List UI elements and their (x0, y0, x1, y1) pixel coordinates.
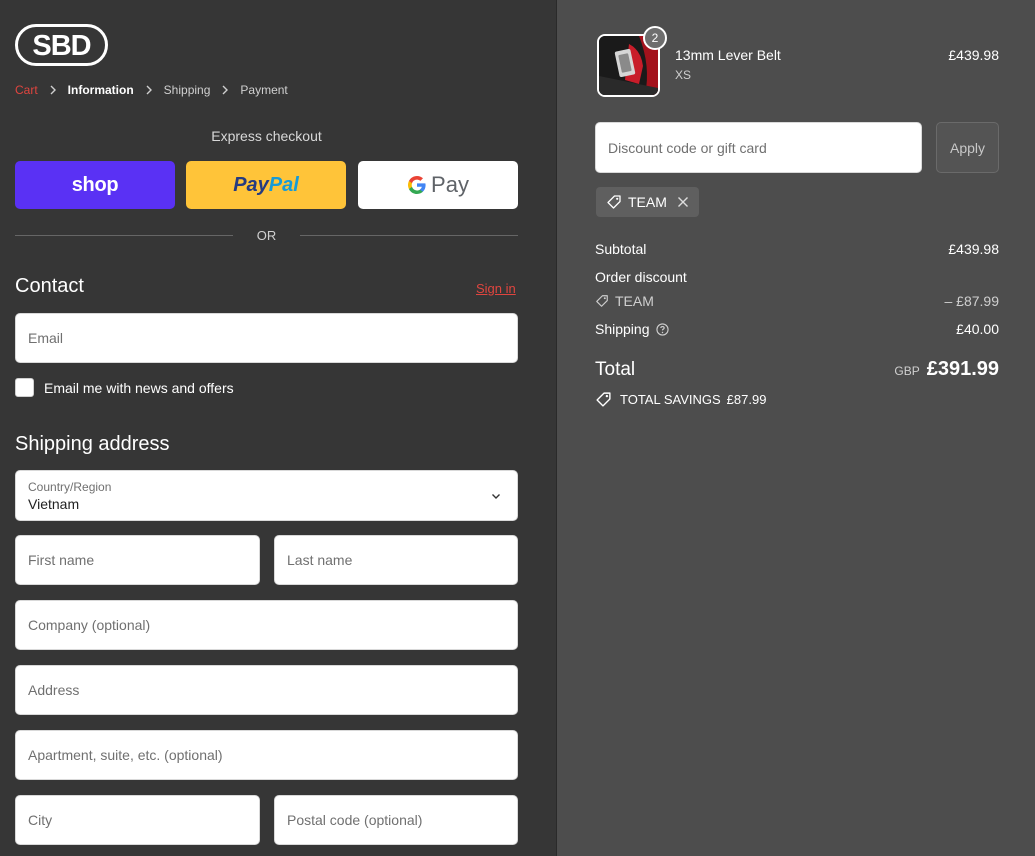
discount-code-field[interactable] (595, 122, 922, 173)
product-price: £439.98 (948, 47, 999, 63)
paypal-label: PayPal (233, 174, 299, 197)
applied-discount-chip: TEAM (596, 187, 699, 217)
paypal-button[interactable]: PayPal (186, 161, 346, 209)
discount-value: – £87.99 (944, 293, 1000, 309)
product-variant: XS (675, 68, 692, 82)
newsletter-checkbox-row[interactable]: Email me with news and offers (15, 378, 234, 397)
total-row: Total GBP £391.99 (595, 358, 999, 381)
sbd-logo[interactable]: SBD (15, 24, 108, 66)
subtotal-row: Subtotal £439.98 (595, 241, 999, 257)
city-field[interactable] (15, 795, 260, 845)
first-name-input[interactable] (16, 536, 259, 584)
chevron-right-icon (50, 85, 56, 95)
company-field[interactable] (15, 600, 518, 650)
breadcrumb-information: Information (67, 83, 134, 97)
applied-discount-code: TEAM (628, 194, 667, 210)
gpay-text: Pay (431, 172, 469, 197)
total-savings-value: £87.99 (726, 392, 767, 407)
chevron-right-icon (222, 85, 229, 95)
tag-icon (596, 392, 611, 407)
apartment-input[interactable] (16, 731, 517, 779)
breadcrumb-shipping: Shipping (163, 83, 211, 97)
newsletter-checkbox[interactable] (15, 378, 34, 397)
subtotal-label: Subtotal (595, 241, 647, 257)
total-amount-wrap: GBP £391.99 (894, 358, 999, 381)
total-savings-row: TOTAL SAVINGS £87.99 (595, 391, 766, 408)
discount-code-text: TEAM (615, 293, 654, 309)
breadcrumb-cart[interactable]: Cart (15, 83, 38, 97)
shop-pay-label: shop (71, 173, 119, 196)
google-pay-label: Pay (407, 172, 469, 198)
contact-title: Contact (15, 275, 84, 297)
shipping-value: £40.00 (956, 321, 999, 337)
breadcrumb-payment: Payment (240, 83, 288, 97)
help-circle-icon[interactable] (655, 322, 669, 336)
country-value: Vietnam (28, 496, 80, 512)
email-field[interactable] (15, 313, 518, 363)
discount-code-input[interactable] (596, 123, 921, 172)
shipping-label-wrap: Shipping (595, 321, 669, 337)
order-discount-row: Order discount (595, 269, 999, 285)
quantity-badge: 2 (643, 26, 667, 50)
or-separator: OR (15, 228, 518, 243)
shipping-address-title: Shipping address (15, 433, 170, 455)
or-text: OR (256, 228, 277, 243)
order-discount-label: Order discount (595, 269, 687, 285)
tag-icon (596, 295, 608, 307)
discount-code-label: TEAM (595, 293, 654, 309)
tag-icon (607, 195, 621, 209)
express-checkout-title: Express checkout (211, 128, 322, 144)
newsletter-label: Email me with news and offers (44, 379, 234, 396)
paypal-label-pal: Pal (268, 173, 299, 196)
remove-discount-icon[interactable] (677, 196, 689, 208)
logo-text: SBD (32, 30, 90, 62)
currency-code: GBP (894, 364, 920, 378)
apply-discount-button[interactable]: Apply (936, 122, 999, 173)
product-name: 13mm Lever Belt (675, 47, 781, 63)
email-input[interactable] (16, 314, 517, 362)
total-savings-label: TOTAL SAVINGS (620, 392, 721, 407)
google-pay-button[interactable]: Pay (358, 161, 518, 209)
address-input[interactable] (16, 666, 517, 714)
breadcrumb: Cart Information Shipping Payment (15, 83, 288, 97)
chevron-right-icon (146, 85, 152, 95)
subtotal-value: £439.98 (948, 241, 999, 257)
or-line-right (300, 235, 518, 236)
paypal-label-pay: Pay (233, 173, 269, 196)
city-input[interactable] (16, 796, 259, 844)
postal-code-field[interactable] (274, 795, 518, 845)
address-field[interactable] (15, 665, 518, 715)
sign-in-link[interactable]: Sign in (476, 281, 516, 296)
country-label: Country/Region (28, 480, 112, 494)
last-name-field[interactable] (274, 535, 518, 585)
postal-code-input[interactable] (275, 796, 517, 844)
google-g-icon (408, 176, 426, 194)
first-name-field[interactable] (15, 535, 260, 585)
chevron-down-icon (492, 494, 500, 499)
shop-pay-button[interactable]: shop (15, 161, 175, 209)
or-line-left (15, 235, 233, 236)
total-value: £391.99 (926, 358, 999, 380)
last-name-input[interactable] (275, 536, 517, 584)
company-input[interactable] (16, 601, 517, 649)
apartment-field[interactable] (15, 730, 518, 780)
shipping-row: Shipping £40.00 (595, 321, 999, 337)
country-select[interactable]: Country/Region Vietnam (15, 470, 518, 521)
discount-code-row: TEAM – £87.99 (595, 293, 999, 309)
total-label: Total (595, 358, 636, 380)
shipping-label: Shipping (595, 321, 650, 337)
